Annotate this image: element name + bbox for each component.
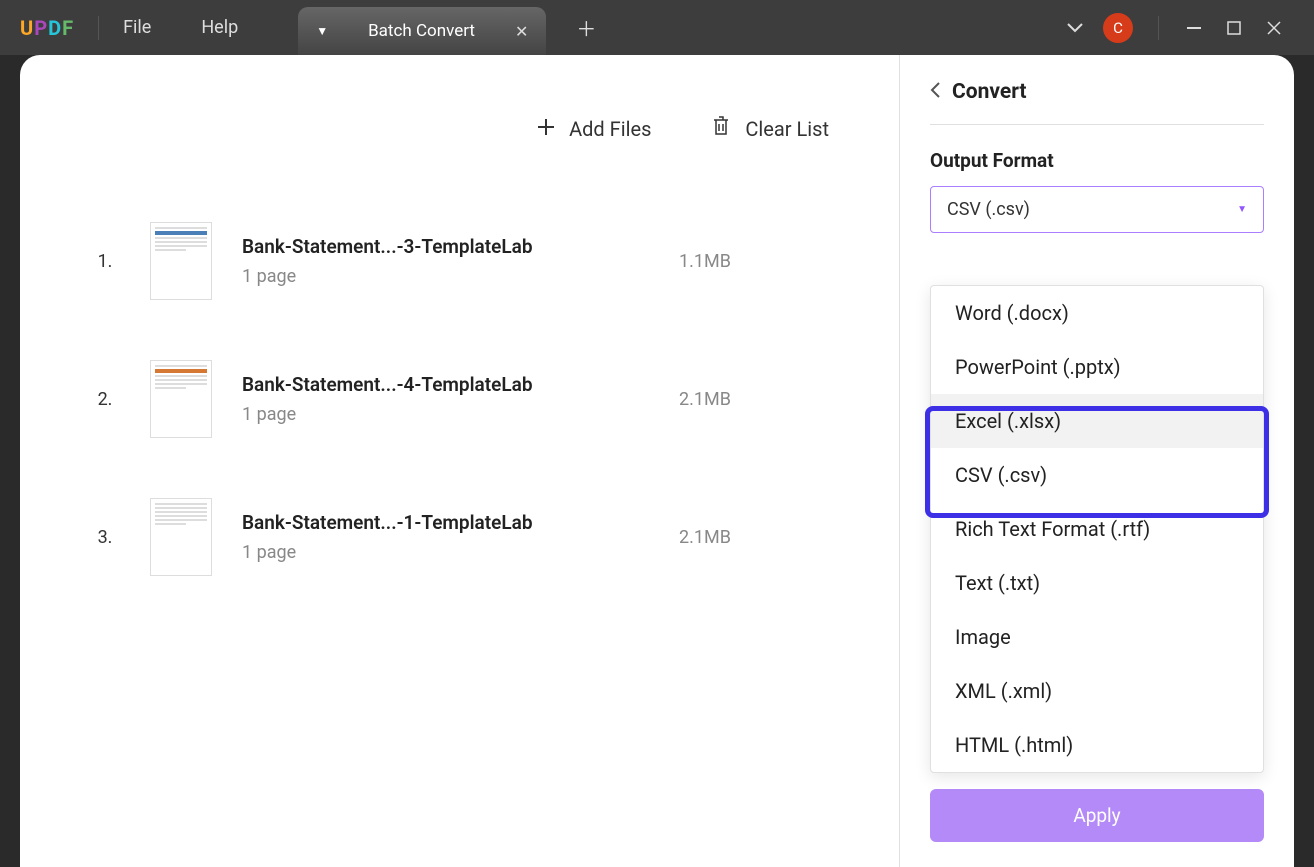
- format-option[interactable]: Text (.txt): [931, 556, 1263, 610]
- main: Add Files Clear List 1. Bank-Statement...…: [20, 55, 1294, 867]
- sidebar-footer: Apply: [930, 768, 1264, 842]
- file-meta: Bank-Statement...-3-TemplateLab 1 page: [242, 235, 649, 287]
- format-option[interactable]: HTML (.html): [931, 718, 1263, 772]
- new-tab-button[interactable]: ＋: [576, 13, 596, 42]
- file-row[interactable]: 2. Bank-Statement...-4-TemplateLab 1 page 2…: [90, 330, 829, 468]
- tab-dropdown-icon[interactable]: ▼: [316, 24, 328, 38]
- titlebar: UPDF File Help ▼ Batch Convert ✕ ＋ C: [0, 0, 1314, 55]
- add-files-button[interactable]: Add Files: [537, 115, 651, 142]
- close-icon[interactable]: ✕: [515, 22, 528, 41]
- sidebar: Convert Output Format CSV (.csv) ▼ Word …: [899, 55, 1294, 867]
- close-button[interactable]: [1264, 21, 1284, 35]
- menu-help[interactable]: Help: [201, 17, 238, 38]
- file-pages: 1 page: [242, 266, 649, 287]
- file-meta: Bank-Statement...-1-TemplateLab 1 page: [242, 511, 649, 563]
- logo-f: F: [62, 16, 74, 40]
- logo-d: D: [48, 16, 62, 40]
- clear-list-button[interactable]: Clear List: [711, 115, 829, 142]
- trash-icon: [711, 115, 731, 142]
- file-name: Bank-Statement...-4-TemplateLab: [242, 373, 649, 396]
- apply-button[interactable]: Apply: [930, 789, 1264, 842]
- file-thumbnail: [150, 498, 212, 576]
- titlebar-right: C: [1067, 13, 1314, 43]
- add-files-label: Add Files: [569, 117, 651, 141]
- back-icon[interactable]: [930, 82, 940, 102]
- menu-file[interactable]: File: [123, 17, 151, 38]
- format-dropdown: Word (.docx)PowerPoint (.pptx)Excel (.xl…: [930, 285, 1264, 773]
- select-value: CSV (.csv): [947, 199, 1030, 220]
- file-name: Bank-Statement...-1-TemplateLab: [242, 511, 649, 534]
- file-index: 3.: [90, 527, 120, 548]
- tab-active[interactable]: ▼ Batch Convert ✕: [298, 7, 546, 55]
- content-inner: Add Files Clear List 1. Bank-Statement...…: [50, 95, 869, 626]
- divider: [1158, 16, 1159, 40]
- file-pages: 1 page: [242, 542, 649, 563]
- format-option[interactable]: CSV (.csv): [931, 448, 1263, 502]
- file-size: 2.1MB: [679, 389, 829, 410]
- format-option[interactable]: Rich Text Format (.rtf): [931, 502, 1263, 556]
- caret-down-icon: ▼: [1237, 204, 1247, 215]
- file-list: 1. Bank-Statement...-3-TemplateLab 1 page 1…: [90, 172, 829, 606]
- toolbar: Add Files Clear List: [90, 115, 829, 172]
- content-area: Add Files Clear List 1. Bank-Statement...…: [20, 55, 899, 867]
- file-row[interactable]: 3. Bank-Statement...-1-TemplateLab 1 page 2…: [90, 468, 829, 606]
- format-option[interactable]: XML (.xml): [931, 664, 1263, 718]
- tab-title: Batch Convert: [368, 21, 475, 41]
- avatar[interactable]: C: [1103, 13, 1133, 43]
- format-option[interactable]: Image: [931, 610, 1263, 664]
- file-index: 2.: [90, 389, 120, 410]
- plus-icon: [537, 117, 555, 141]
- file-index: 1.: [90, 251, 120, 272]
- chevron-down-icon[interactable]: [1067, 18, 1083, 37]
- file-size: 1.1MB: [679, 251, 829, 272]
- file-pages: 1 page: [242, 404, 649, 425]
- format-option[interactable]: PowerPoint (.pptx): [931, 340, 1263, 394]
- divider: [98, 16, 99, 40]
- clear-list-label: Clear List: [745, 117, 829, 141]
- file-thumbnail: [150, 360, 212, 438]
- logo: UPDF: [20, 16, 74, 40]
- file-row[interactable]: 1. Bank-Statement...-3-TemplateLab 1 page 1…: [90, 192, 829, 330]
- output-format-label: Output Format: [930, 149, 1264, 172]
- file-meta: Bank-Statement...-4-TemplateLab 1 page: [242, 373, 649, 425]
- sidebar-title: Convert: [952, 80, 1027, 104]
- file-name: Bank-Statement...-3-TemplateLab: [242, 235, 649, 258]
- file-thumbnail: [150, 222, 212, 300]
- maximize-button[interactable]: [1224, 21, 1244, 35]
- logo-p: P: [34, 16, 48, 40]
- sidebar-header: Convert: [930, 80, 1264, 125]
- minimize-button[interactable]: [1184, 27, 1204, 29]
- format-option[interactable]: Word (.docx): [931, 286, 1263, 340]
- output-format-select[interactable]: CSV (.csv) ▼: [930, 186, 1264, 233]
- format-option[interactable]: Excel (.xlsx): [931, 394, 1263, 448]
- file-size: 2.1MB: [679, 527, 829, 548]
- logo-u: U: [20, 16, 34, 40]
